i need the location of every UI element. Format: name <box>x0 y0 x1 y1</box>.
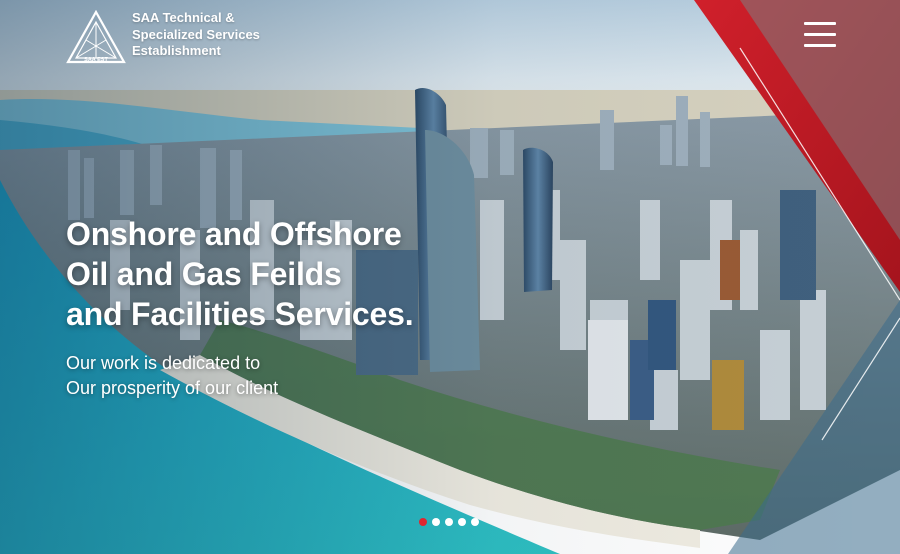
hamburger-menu-icon[interactable] <box>804 22 836 48</box>
menu-bar <box>804 22 836 25</box>
hero-subtext: Our work is dedicated to Our prosperity … <box>66 351 278 401</box>
menu-bar <box>804 44 836 47</box>
hero-subtext-line-2: Our prosperity of our client <box>66 378 279 398</box>
hero-subtext-line-1: Our work is dedicated to <box>66 353 261 373</box>
hero-slider: SAA EST SAA Technical & Specialized Serv… <box>0 0 900 554</box>
slider-dot-5[interactable] <box>471 518 479 526</box>
hero-headline: Onshore and Offshore Oil and Gas Feilds … <box>66 214 414 334</box>
company-name-line-2: Specialized Services <box>132 26 260 42</box>
slider-dot-3[interactable] <box>445 518 453 526</box>
logo-text: SAA EST <box>84 57 108 63</box>
slider-dot-1[interactable] <box>419 518 427 526</box>
menu-bar <box>804 33 836 36</box>
site-logo[interactable]: SAA EST SAA Technical & Specialized Serv… <box>66 10 260 64</box>
hero-headline-line-3: and Facilities Services. <box>66 296 414 332</box>
logo-triangle-icon: SAA EST <box>66 10 126 64</box>
hero-headline-line-2: Oil and Gas Feilds <box>66 256 342 292</box>
company-name-line-1: SAA Technical & <box>132 10 235 25</box>
slider-pagination <box>419 518 479 526</box>
slider-dot-4[interactable] <box>458 518 466 526</box>
slider-dot-2[interactable] <box>432 518 440 526</box>
company-name-line-3: Establishment <box>132 43 221 58</box>
hero-headline-line-1: Onshore and Offshore <box>66 216 402 252</box>
company-name: SAA Technical & Specialized Services Est… <box>132 10 260 60</box>
